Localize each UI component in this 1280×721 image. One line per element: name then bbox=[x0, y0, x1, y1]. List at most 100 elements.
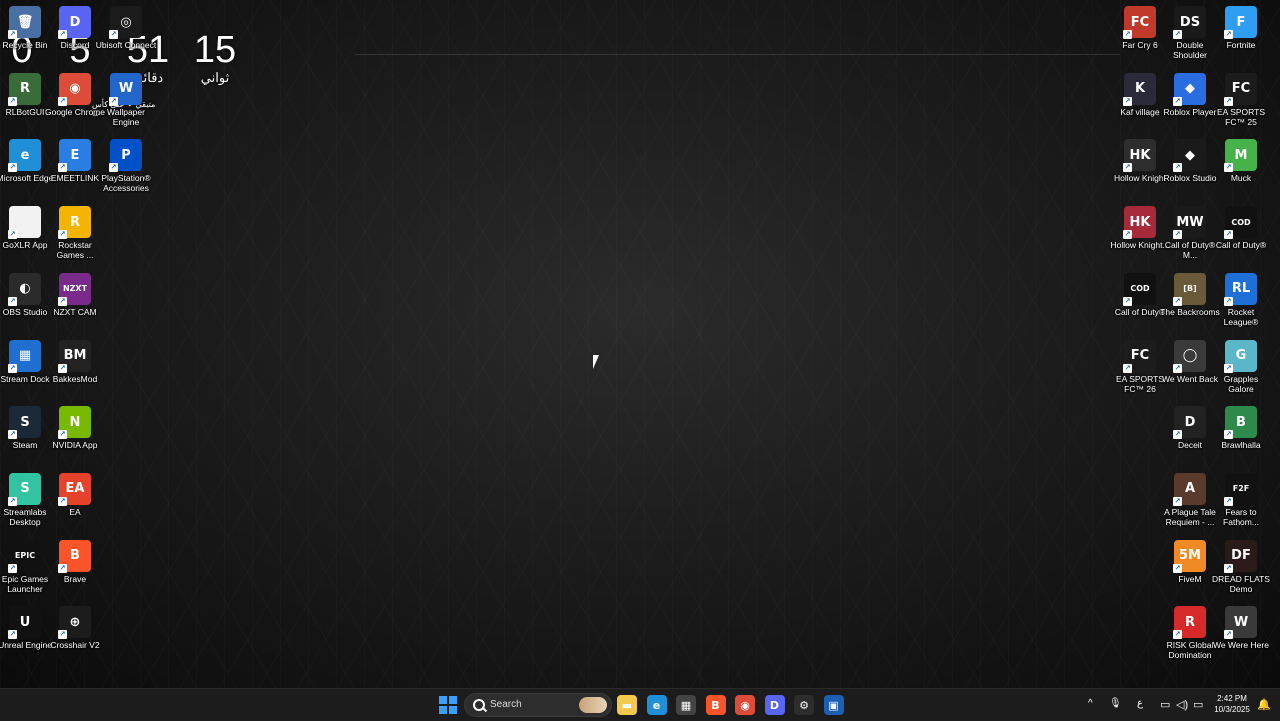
desktop-shortcut-cod-mw[interactable]: MW ↗ Call of Duty® M... bbox=[1165, 200, 1215, 260]
tray-overflow-chevron-icon[interactable]: ^ bbox=[1088, 698, 1093, 709]
desktop-shortcut-brawlhalla[interactable]: B ↗ Brawlhalla bbox=[1216, 400, 1266, 450]
taskbar-search[interactable]: Search bbox=[464, 693, 612, 717]
desktop-shortcut-ea[interactable]: EA ↗ EA bbox=[50, 467, 100, 517]
desktop-shortcut-fortnite[interactable]: F ↗ Fortnite bbox=[1216, 0, 1266, 50]
desktop-shortcut-backrooms[interactable]: [B] ↗ The Backrooms bbox=[1160, 267, 1220, 317]
desktop-shortcut-hollow-knight[interactable]: HK ↗ Hollow Knight bbox=[1114, 133, 1166, 183]
desktop-shortcut-ubisoft[interactable]: ◎ ↗ Ubisoft Connect bbox=[96, 0, 156, 50]
desktop-shortcut-stream-dock[interactable]: ▦ ↗ Stream Dock bbox=[0, 334, 50, 384]
desktop-shortcut-obs[interactable]: ◐ ↗ OBS Studio bbox=[0, 267, 50, 317]
chrome-taskbar-icon[interactable]: ◉ bbox=[735, 695, 755, 715]
shortcut-arrow-icon: ↗ bbox=[1123, 163, 1132, 173]
file-explorer-icon[interactable]: ▬ bbox=[617, 695, 637, 715]
desktop-shortcut-playstation[interactable]: P ↗ PlayStation® Accessories bbox=[101, 133, 151, 193]
desktop-shortcut-roblox-studio[interactable]: ◆ ↗ Roblox Studio bbox=[1164, 133, 1216, 183]
desktop-shortcut-cod-2[interactable]: COD ↗ Call of Duty® bbox=[1115, 267, 1165, 317]
network-icon[interactable]: ▭ bbox=[1160, 698, 1170, 711]
desktop-shortcut-plague-tale[interactable]: A ↗ A Plague Tale Requiem - ... bbox=[1164, 467, 1216, 527]
fortnite-glyph: F bbox=[1236, 14, 1246, 30]
desktop-shortcut-nvidia[interactable]: N ↗ NVIDIA App bbox=[50, 400, 100, 450]
shortcut-label: Muck bbox=[1230, 173, 1252, 184]
desktop-shortcut-fc26[interactable]: FC ↗ EA SPORTS FC™ 26 bbox=[1115, 334, 1165, 394]
steam-glyph: S bbox=[20, 414, 30, 430]
desktop-shortcut-grapples[interactable]: G ↗ Grapples Galore bbox=[1216, 334, 1266, 394]
desktop-shortcut-steam[interactable]: S ↗ Steam bbox=[0, 400, 50, 450]
clock-datetime[interactable]: 2:42 PM 10/3/2025 bbox=[1210, 693, 1254, 715]
language-indicator[interactable]: ع bbox=[1137, 698, 1143, 709]
desktop-shortcut-dread-flats[interactable]: DF ↗ DREAD FLATS Demo bbox=[1212, 534, 1270, 594]
desktop-shortcut-goxlr[interactable]: ↗ GoXLR App bbox=[0, 200, 50, 250]
settings-taskbar-glyph: ⚙ bbox=[799, 698, 809, 712]
desktop-shortcut-brave[interactable]: B ↗ Brave bbox=[50, 534, 100, 584]
shortcut-arrow-icon: ↗ bbox=[1224, 96, 1233, 106]
shortcut-arrow-icon: ↗ bbox=[58, 296, 67, 306]
discord-taskbar-icon[interactable]: D bbox=[764, 695, 785, 715]
shortcut-arrow-icon: ↗ bbox=[1173, 430, 1182, 440]
settings-taskbar-icon[interactable]: ⚙ bbox=[794, 695, 814, 715]
shortcut-arrow-icon: ↗ bbox=[1173, 563, 1182, 573]
we-were-here-icon: W ↗ bbox=[1224, 606, 1257, 640]
risk-icon: R ↗ bbox=[1173, 606, 1206, 640]
desktop-shortcut-emeetlink[interactable]: E ↗ EMEETLINK bbox=[50, 133, 100, 183]
desktop-shortcut-wallpaper-engine[interactable]: W ↗ Wallpaper Engine bbox=[101, 67, 151, 127]
shortcut-arrow-icon: ↗ bbox=[1173, 496, 1182, 506]
desktop-shortcut-fivem[interactable]: 5M ↗ FiveM bbox=[1165, 534, 1215, 584]
app-taskbar-icon[interactable]: ▣ bbox=[823, 695, 844, 715]
desktop-shortcut-fc25[interactable]: FC ↗ EA SPORTS FC™ 25 bbox=[1216, 67, 1266, 127]
wallpaper-engine-icon: W ↗ bbox=[109, 72, 142, 106]
edge-taskbar-icon[interactable]: e bbox=[646, 695, 667, 715]
microphone-icon[interactable]: 🎙 bbox=[1109, 698, 1122, 709]
cod-glyph: COD bbox=[1231, 217, 1251, 227]
notification-bell-icon[interactable]: 🔔 bbox=[1257, 698, 1271, 711]
desktop-shortcut-crosshair[interactable]: ⊕ ↗ Crosshair V2 bbox=[50, 600, 100, 650]
desktop-shortcut-double-shoulder[interactable]: DS ↗ Double Shoulder bbox=[1165, 0, 1215, 60]
battery-icon[interactable]: ▭ bbox=[1193, 698, 1203, 711]
store-icon[interactable]: ▦ bbox=[676, 695, 696, 715]
desktop-shortcut-unreal[interactable]: U ↗ Unreal Engine bbox=[0, 600, 52, 650]
cod-mw-icon: MW ↗ bbox=[1173, 206, 1206, 240]
desktop-shortcut-farcry[interactable]: FC ↗ Far Cry 6 bbox=[1115, 0, 1165, 50]
plague-tale-icon: A ↗ bbox=[1173, 472, 1206, 506]
desktop-shortcut-recycle-bin[interactable]: 🗑 ↗ Recycle Bin bbox=[0, 0, 50, 50]
desktop-shortcut-risk[interactable]: R ↗ RISK Global Domination bbox=[1165, 600, 1215, 660]
desktop-shortcut-streamlabs[interactable]: S ↗ Streamlabs Desktop bbox=[0, 467, 50, 527]
brave-taskbar-icon[interactable]: B bbox=[705, 695, 726, 715]
desktop-shortcut-rlbot[interactable]: R ↗ RLBotGUI bbox=[0, 67, 50, 117]
playstation-glyph: P bbox=[121, 147, 131, 163]
desktop-shortcut-rocket-league[interactable]: RL ↗ Rocket League® bbox=[1216, 267, 1266, 327]
emeetlink-icon: E ↗ bbox=[58, 139, 91, 173]
desktop-shortcut-kaf-village[interactable]: K ↗ Kaf village bbox=[1115, 67, 1165, 117]
desktop-shortcut-epic-games[interactable]: EPIC ↗ Epic Games Launcher bbox=[0, 534, 50, 594]
desktop-shortcut-muck[interactable]: M ↗ Muck bbox=[1216, 133, 1266, 183]
wallpaper-line bbox=[355, 54, 1120, 55]
desktop-shortcut-chrome[interactable]: ◉ ↗ Google Chrome bbox=[45, 67, 105, 117]
start-button[interactable] bbox=[438, 695, 458, 715]
desktop-shortcut-edge[interactable]: e ↗ Microsoft Edge bbox=[0, 133, 53, 183]
rlbot-icon: R ↗ bbox=[8, 72, 41, 106]
fears-to-fathom-glyph: F2F bbox=[1232, 484, 1250, 494]
discord-taskbar-glyph: D bbox=[769, 698, 780, 712]
desktop-shortcut-rockstar[interactable]: R ↗ Rockstar Games ... bbox=[50, 200, 100, 260]
stream-dock-icon: ▦ ↗ bbox=[8, 339, 41, 373]
desktop-shortcut-roblox-player[interactable]: ◆ ↗ Roblox Player bbox=[1164, 67, 1216, 117]
volume-icon[interactable]: ◁) bbox=[1176, 698, 1188, 711]
fivem-icon: 5M ↗ bbox=[1173, 539, 1206, 573]
desktop-shortcut-nzxt[interactable]: NZXT ↗ NZXT CAM bbox=[50, 267, 100, 317]
cod-icon: COD ↗ bbox=[1224, 206, 1257, 240]
desktop-shortcut-hollow-knight-silksong[interactable]: HK ↗ Hollow Knight... bbox=[1110, 200, 1170, 250]
desktop-shortcut-we-went-back[interactable]: ◯ ↗ We Went Back bbox=[1162, 334, 1218, 384]
desktop-shortcut-we-were-here[interactable]: W ↗ We Were Here bbox=[1213, 600, 1269, 650]
shortcut-arrow-icon: ↗ bbox=[58, 363, 67, 373]
desktop-shortcut-deceit[interactable]: D ↗ Deceit bbox=[1165, 400, 1215, 450]
deceit-icon: D ↗ bbox=[1173, 406, 1206, 440]
obs-glyph: ◐ bbox=[19, 281, 31, 297]
desktop-shortcut-fears-to-fathom[interactable]: F2F ↗ Fears to Fathom... bbox=[1216, 467, 1266, 527]
unreal-glyph: U bbox=[19, 614, 31, 630]
desktop-shortcut-cod[interactable]: COD ↗ Call of Duty® bbox=[1216, 200, 1266, 250]
shortcut-arrow-icon: ↗ bbox=[1173, 30, 1182, 39]
desktop-shortcut-discord[interactable]: D ↗ Discord bbox=[50, 0, 100, 50]
streamlabs-icon: S ↗ bbox=[8, 472, 41, 506]
file-explorer-glyph: ▬ bbox=[621, 698, 633, 712]
hollow-knight-silksong-glyph: HK bbox=[1129, 214, 1151, 230]
desktop-shortcut-bakkesmod[interactable]: BM ↗ BakkesMod bbox=[50, 334, 100, 384]
